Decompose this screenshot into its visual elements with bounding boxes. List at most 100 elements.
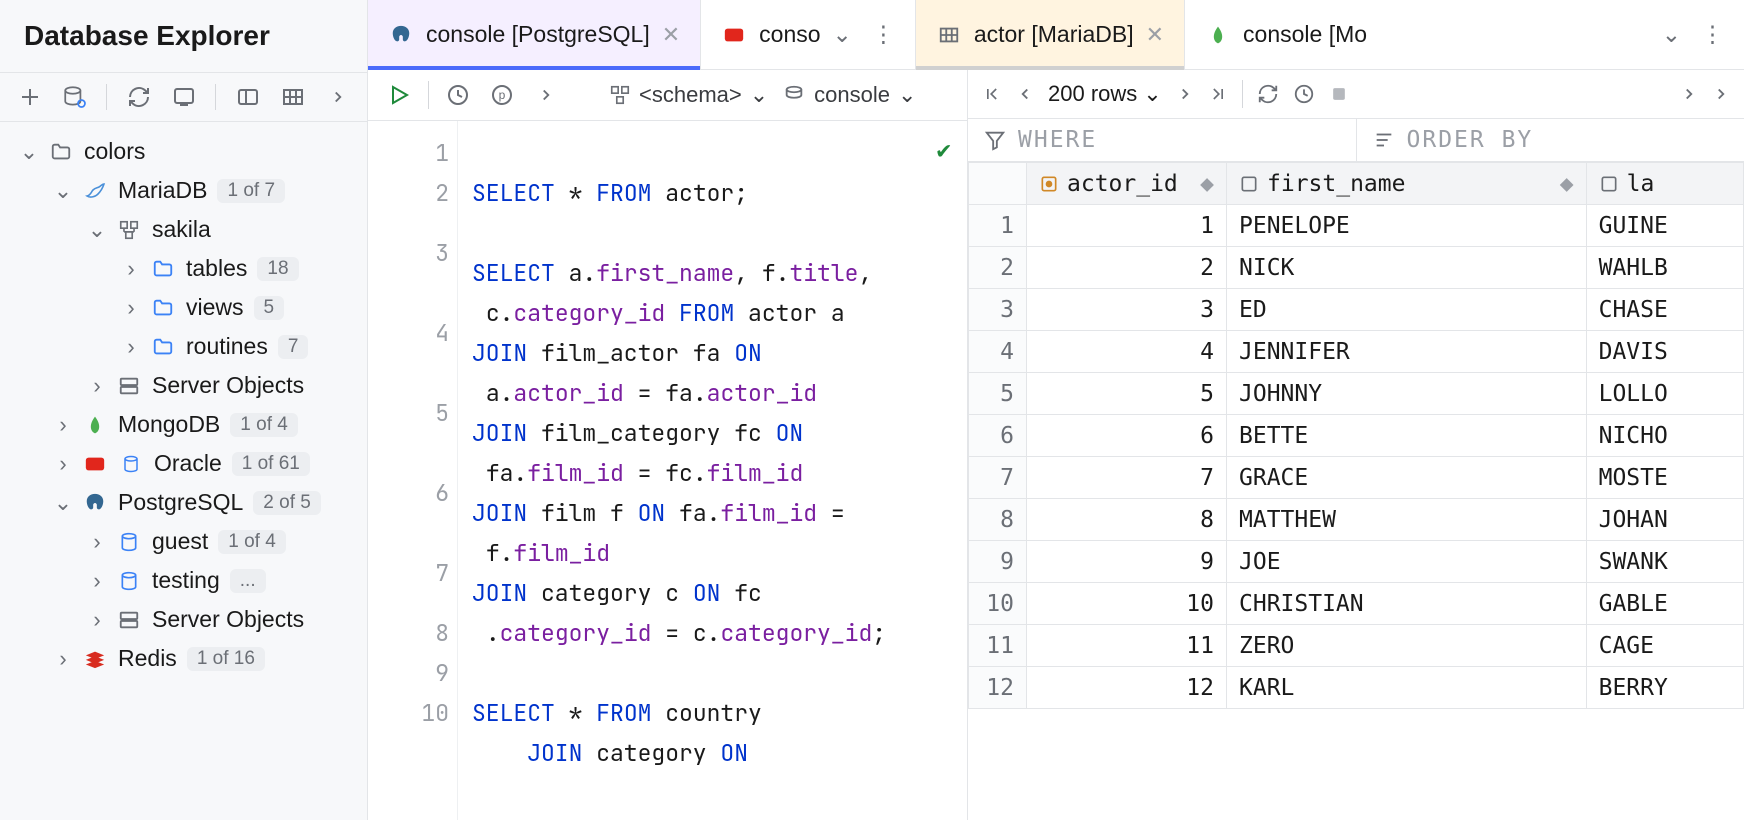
cell-last-name[interactable]: SWANK	[1586, 541, 1743, 583]
where-filter[interactable]: WHERE	[968, 119, 1356, 161]
cell-first-name[interactable]: JOE	[1227, 541, 1587, 583]
cell-actor-id[interactable]: 5	[1027, 373, 1227, 415]
console-selector[interactable]: console ⌄	[782, 82, 916, 108]
cell-first-name[interactable]: JENNIFER	[1227, 331, 1587, 373]
code-area[interactable]: SELECT * FROM actor; SELECT a.first_name…	[458, 121, 967, 820]
kebab-icon[interactable]: ⋮	[1693, 21, 1724, 48]
table-view-icon[interactable]	[279, 83, 306, 111]
chevron-down-icon[interactable]: ⌄	[1662, 21, 1681, 48]
table-row[interactable]: 22NICKWAHLB	[969, 247, 1744, 289]
table-row[interactable]: 44JENNIFERDAVIS	[969, 331, 1744, 373]
table-row[interactable]: 77GRACEMOSTE	[969, 457, 1744, 499]
tree-node-redis[interactable]: › Redis 1 of 16	[0, 639, 367, 678]
cell-last-name[interactable]: WAHLB	[1586, 247, 1743, 289]
tab-console-postgresql[interactable]: console [PostgreSQL] ✕	[368, 0, 701, 69]
cell-last-name[interactable]: CAGE	[1586, 625, 1743, 667]
cell-last-name[interactable]: NICHO	[1586, 415, 1743, 457]
column-header-last-name[interactable]: la	[1586, 163, 1743, 205]
cell-actor-id[interactable]: 4	[1027, 331, 1227, 373]
cell-first-name[interactable]: MATTHEW	[1227, 499, 1587, 541]
table-row[interactable]: 1010CHRISTIANGABLE	[969, 583, 1744, 625]
cell-first-name[interactable]: ED	[1227, 289, 1587, 331]
cell-first-name[interactable]: PENELOPE	[1227, 205, 1587, 247]
row-count-selector[interactable]: 200 rows ⌄	[1048, 81, 1162, 107]
cell-actor-id[interactable]: 7	[1027, 457, 1227, 499]
explain-plan-icon[interactable]: p	[487, 80, 517, 110]
cell-last-name[interactable]: GUINE	[1586, 205, 1743, 247]
table-row[interactable]: 55JOHNNYLOLLO	[969, 373, 1744, 415]
tab-console-oracle[interactable]: conso ⌄ ⋮	[701, 0, 916, 69]
cell-actor-id[interactable]: 9	[1027, 541, 1227, 583]
sort-icon[interactable]: ◆	[1560, 171, 1574, 197]
more-icon[interactable]	[324, 83, 351, 111]
tree-node-sakila[interactable]: ⌄ sakila	[0, 210, 367, 249]
cell-first-name[interactable]: BETTE	[1227, 415, 1587, 457]
tree-node-views[interactable]: › views 5	[0, 288, 367, 327]
close-icon[interactable]: ✕	[662, 22, 680, 48]
cell-last-name[interactable]: GABLE	[1586, 583, 1743, 625]
tree-node-testing[interactable]: › testing ...	[0, 561, 367, 600]
first-page-icon[interactable]	[982, 84, 1002, 104]
cell-actor-id[interactable]: 10	[1027, 583, 1227, 625]
tree-node-oracle[interactable]: › Oracle 1 of 61	[0, 444, 367, 483]
cell-first-name[interactable]: JOHNNY	[1227, 373, 1587, 415]
cell-first-name[interactable]: GRACE	[1227, 457, 1587, 499]
history-icon[interactable]	[443, 80, 473, 110]
datasource-properties-icon[interactable]	[61, 83, 88, 111]
more-icon[interactable]	[531, 80, 561, 110]
cell-first-name[interactable]: KARL	[1227, 667, 1587, 709]
reload-icon[interactable]	[1257, 83, 1279, 105]
table-row[interactable]: 66BETTENICHO	[969, 415, 1744, 457]
run-icon[interactable]	[384, 80, 414, 110]
schema-selector[interactable]: <schema> ⌄	[609, 82, 768, 108]
table-row[interactable]: 88MATTHEWJOHAN	[969, 499, 1744, 541]
cell-last-name[interactable]: LOLLO	[1586, 373, 1743, 415]
refresh-icon[interactable]	[125, 83, 152, 111]
orderby-filter[interactable]: ORDER BY	[1356, 119, 1744, 161]
add-icon[interactable]	[16, 83, 43, 111]
last-page-icon[interactable]	[1208, 84, 1228, 104]
tree-root-colors[interactable]: ⌄ colors	[0, 132, 367, 171]
pending-icon[interactable]	[1293, 83, 1315, 105]
cell-first-name[interactable]: ZERO	[1227, 625, 1587, 667]
tree-node-server-objects[interactable]: › Server Objects	[0, 366, 367, 405]
column-header-actor-id[interactable]: actor_id◆	[1027, 163, 1227, 205]
table-row[interactable]: 1111ZEROCAGE	[969, 625, 1744, 667]
cell-first-name[interactable]: NICK	[1227, 247, 1587, 289]
prev-page-icon[interactable]	[1016, 85, 1034, 103]
next-page-icon[interactable]	[1176, 85, 1194, 103]
cell-actor-id[interactable]: 11	[1027, 625, 1227, 667]
jump-to-console-icon[interactable]	[170, 83, 197, 111]
more-icon[interactable]	[1712, 85, 1730, 103]
table-row[interactable]: 1212KARLBERRY	[969, 667, 1744, 709]
cell-actor-id[interactable]: 8	[1027, 499, 1227, 541]
table-row[interactable]: 33EDCHASE	[969, 289, 1744, 331]
cell-actor-id[interactable]: 3	[1027, 289, 1227, 331]
cell-actor-id[interactable]: 12	[1027, 667, 1227, 709]
data-grid[interactable]: actor_id◆ first_name◆ la 11PENELOPEGUINE…	[968, 162, 1744, 820]
tree-node-tables[interactable]: › tables 18	[0, 249, 367, 288]
tree-node-routines[interactable]: › routines 7	[0, 327, 367, 366]
more-icon[interactable]	[1680, 85, 1698, 103]
cell-actor-id[interactable]: 2	[1027, 247, 1227, 289]
close-icon[interactable]: ✕	[1146, 22, 1164, 48]
column-header-first-name[interactable]: first_name◆	[1227, 163, 1587, 205]
chevron-down-icon[interactable]: ⌄	[833, 21, 852, 48]
sort-icon[interactable]: ◆	[1200, 171, 1214, 197]
table-row[interactable]: 99JOESWANK	[969, 541, 1744, 583]
cell-actor-id[interactable]: 6	[1027, 415, 1227, 457]
stop-icon[interactable]	[1329, 84, 1349, 104]
cell-actor-id[interactable]: 1	[1027, 205, 1227, 247]
cell-last-name[interactable]: MOSTE	[1586, 457, 1743, 499]
tree-node-guest[interactable]: › guest 1 of 4	[0, 522, 367, 561]
tab-console-mongo[interactable]: console [Mo ⌄ ⋮	[1185, 0, 1744, 69]
tab-actor-mariadb[interactable]: actor [MariaDB] ✕	[916, 0, 1185, 69]
sql-editor[interactable]: ✔ 1 2 3 4 5 6 7 8 9 10 SELECT * FROM act…	[368, 121, 967, 820]
cell-last-name[interactable]: DAVIS	[1586, 331, 1743, 373]
tree-node-postgresql[interactable]: ⌄ PostgreSQL 2 of 5	[0, 483, 367, 522]
table-row[interactable]: 11PENELOPEGUINE	[969, 205, 1744, 247]
tree-node-server-objects-pg[interactable]: › Server Objects	[0, 600, 367, 639]
preview-icon[interactable]	[234, 83, 261, 111]
cell-last-name[interactable]: JOHAN	[1586, 499, 1743, 541]
kebab-icon[interactable]: ⋮	[864, 21, 895, 48]
